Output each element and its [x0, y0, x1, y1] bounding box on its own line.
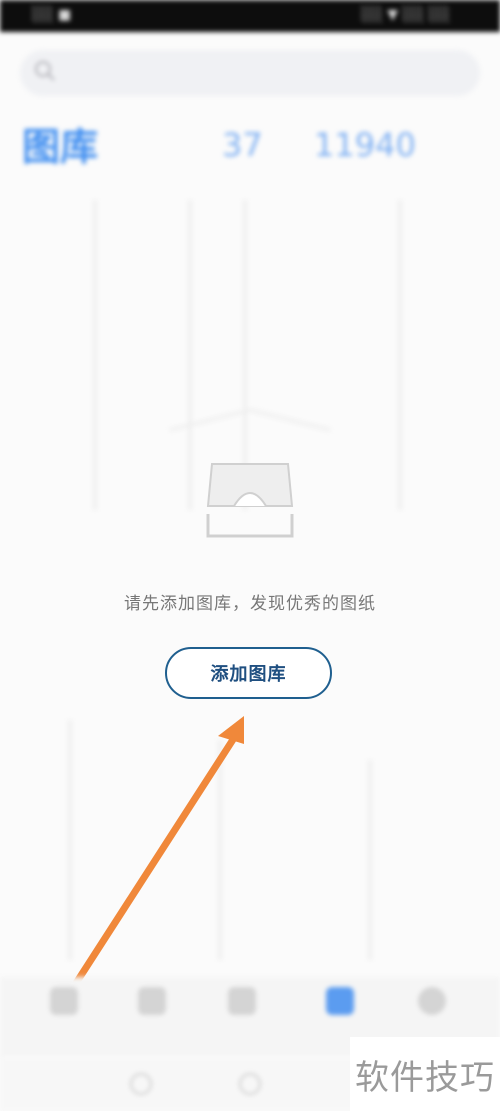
- search-icon: [35, 61, 55, 81]
- home-icon: [50, 987, 78, 1015]
- page-title: 图库: [22, 125, 99, 169]
- back-icon[interactable]: [130, 1073, 152, 1095]
- gallery-icon: [326, 987, 354, 1015]
- empty-box-icon: [206, 463, 294, 538]
- nav-item-4[interactable]: [402, 987, 462, 1023]
- background-pattern: [68, 200, 402, 960]
- status-bar-left: ░░ ■: [32, 7, 72, 23]
- status-bar-right: ░░ ▼ ░░ ░░: [361, 7, 450, 23]
- stat-total-value: 11940: [314, 126, 416, 164]
- cloud-icon: [138, 987, 166, 1015]
- search-input[interactable]: [20, 50, 480, 96]
- empty-state-message: 请先添加图库，发现优秀的图纸: [124, 594, 376, 614]
- nav-item-0[interactable]: [34, 987, 94, 1023]
- stat-count-value: 37: [222, 126, 263, 164]
- add-gallery-button[interactable]: 添加图库: [165, 647, 332, 699]
- home-button-icon[interactable]: [239, 1073, 261, 1095]
- profile-icon: [418, 987, 446, 1015]
- grid-icon: [228, 987, 256, 1015]
- nav-item-2[interactable]: [212, 987, 272, 1023]
- nav-item-1[interactable]: [122, 987, 182, 1023]
- nav-item-3[interactable]: [310, 987, 370, 1023]
- status-bar: ░░ ■ ░░ ▼ ░░ ░░: [0, 0, 500, 32]
- watermark: 软件技巧: [350, 1037, 500, 1111]
